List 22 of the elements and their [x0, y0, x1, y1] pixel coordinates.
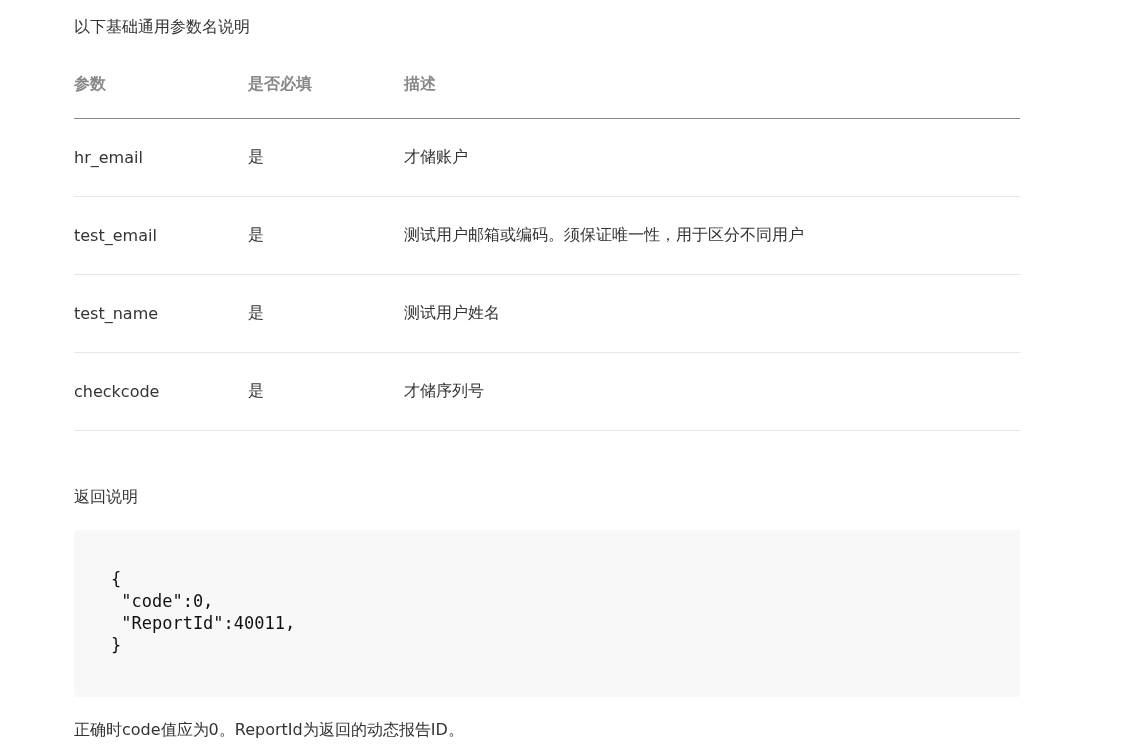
table-cell: 测试用户邮箱或编码。须保证唯一性，用于区分不同用户 [404, 225, 804, 246]
code-line: } [111, 634, 122, 656]
column-header: 是否必填 [248, 73, 313, 95]
table-cell-text: 是 [248, 225, 265, 246]
code-line: "ReportId":40011, [120, 612, 296, 634]
table-cell: 测试用户姓名 [404, 303, 500, 324]
code-line: "code":0, [120, 590, 214, 612]
table-cell-text: test_name [74, 304, 160, 323]
section-heading: 返回说明 [74, 486, 139, 508]
table-cell-text: checkcode [74, 382, 161, 401]
table-cell-text: 是 [248, 147, 265, 168]
column-header: 描述 [404, 73, 436, 95]
note-text: 正确时code值应为0。ReportId为返回的动态报告ID。 [74, 719, 465, 741]
code-line: { [111, 568, 122, 590]
table-cell-text: test_email [74, 226, 158, 245]
table-cell-text: 是 [248, 303, 265, 324]
table-cell-text: 是 [248, 381, 265, 402]
intro-text: 以下基础通用参数名说明 [74, 16, 251, 38]
table-cell: 才储账户 [404, 147, 468, 168]
column-header: 参数 [74, 73, 107, 95]
table-cell: 才储序列号 [404, 381, 484, 402]
table-cell-text: hr_email [74, 148, 144, 167]
